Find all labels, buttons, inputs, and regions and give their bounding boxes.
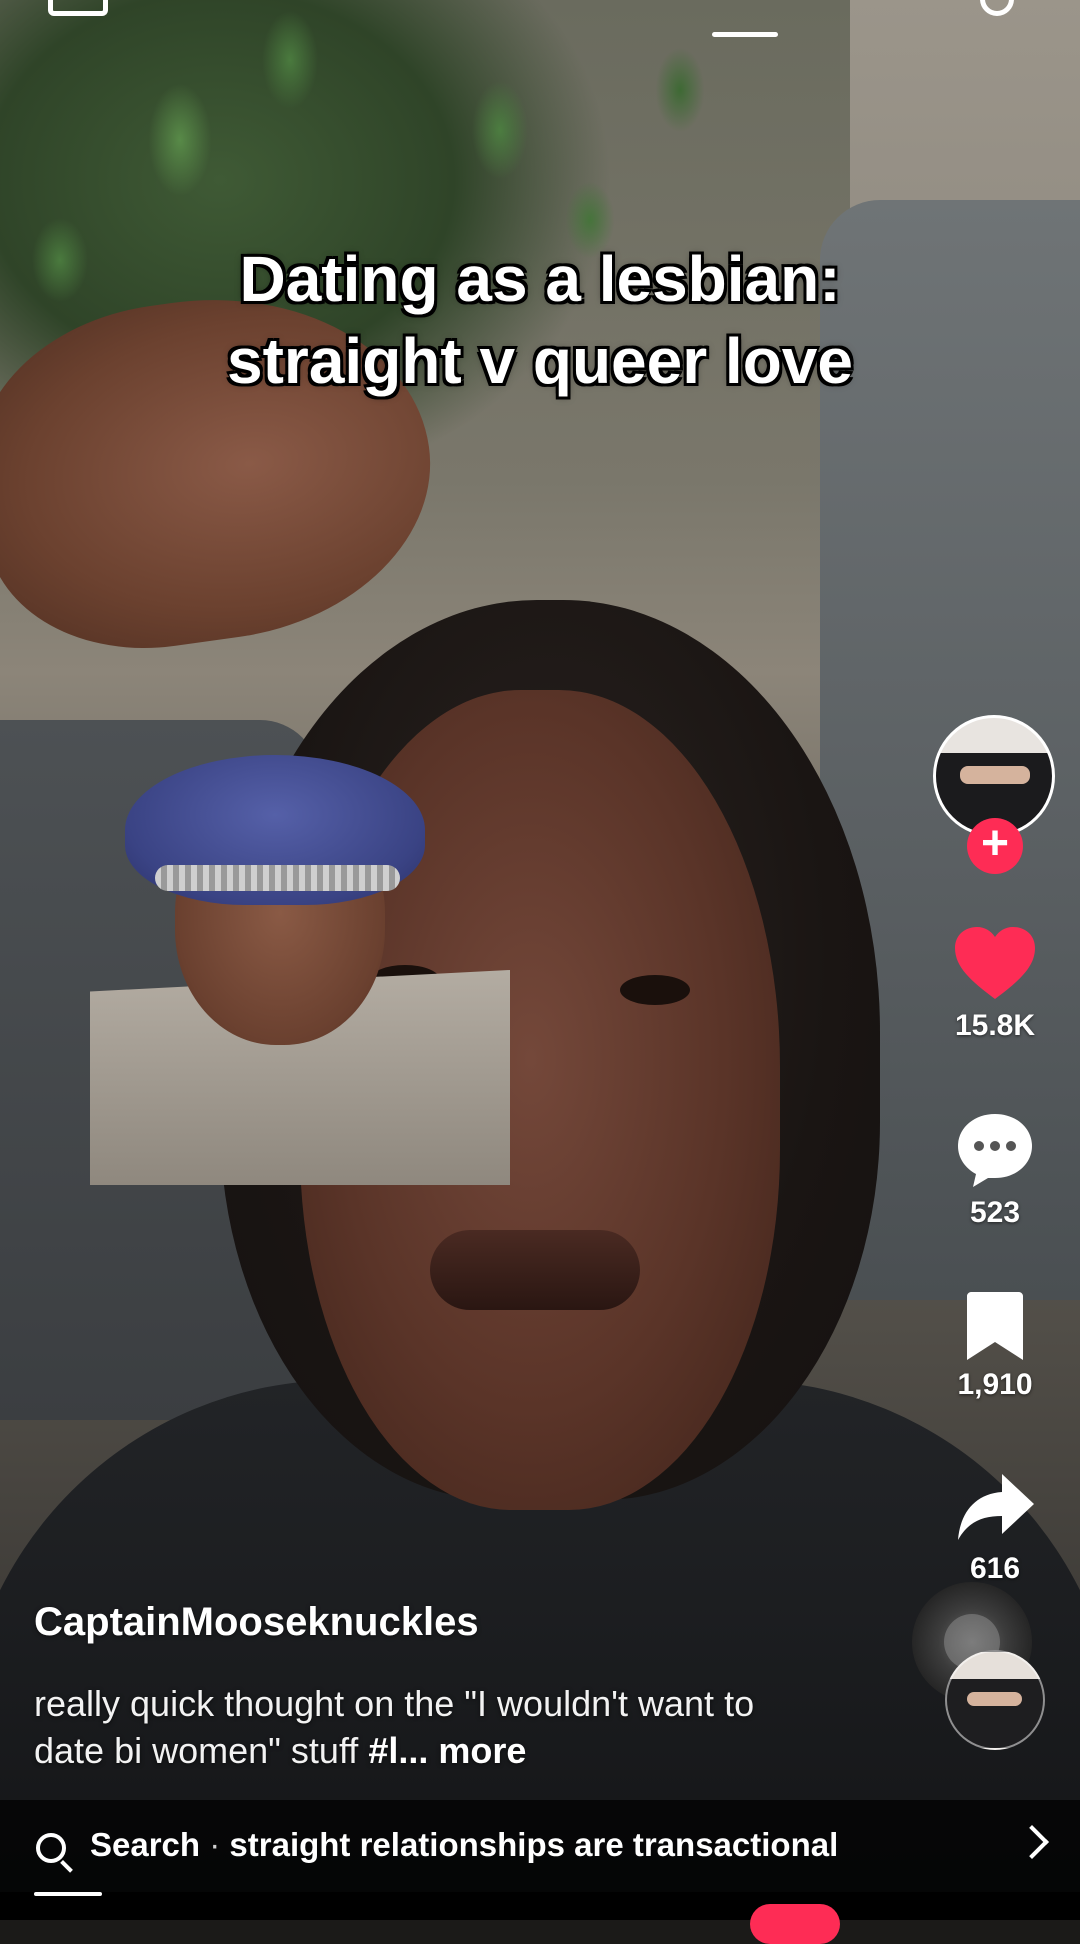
post-description[interactable]: really quick thought on the "I wouldn't … xyxy=(34,1680,834,1774)
hashtag[interactable]: #l xyxy=(368,1730,398,1771)
creator-username[interactable]: CaptainMooseknuckles xyxy=(34,1600,479,1645)
bottom-nav xyxy=(0,1892,1080,1920)
like-button[interactable]: 15.8K xyxy=(935,925,1055,1043)
save-count: 1,910 xyxy=(957,1368,1033,1401)
search-query: straight relationships are transactional xyxy=(229,1826,839,1863)
video-subject-eye-right xyxy=(620,975,690,1005)
follow-button[interactable]: + xyxy=(967,818,1023,874)
search-separator: · xyxy=(200,1826,230,1863)
comment-count: 523 xyxy=(969,1196,1021,1229)
share-icon xyxy=(958,1474,1034,1540)
share-button[interactable]: 616 xyxy=(935,1470,1055,1586)
comment-button[interactable]: 523 xyxy=(935,1110,1055,1230)
inset-person-bonnet-band xyxy=(155,865,400,891)
caption-line-2: straight v queer love xyxy=(227,325,853,397)
inbox-icon[interactable] xyxy=(48,0,108,16)
like-count: 15.8K xyxy=(954,1009,1036,1042)
search-suggestion-text[interactable]: Search · straight relationships are tran… xyxy=(90,1826,838,1864)
more-link[interactable]: more xyxy=(428,1730,526,1771)
video-caption: Dating as a lesbian: straight v queer lo… xyxy=(60,238,1020,402)
search-label: Search xyxy=(90,1826,201,1863)
search-icon xyxy=(36,1833,66,1863)
avatar-image xyxy=(960,766,1030,784)
description-ellipsis: ... xyxy=(398,1730,429,1771)
music-avatar-image xyxy=(967,1692,1022,1706)
top-bar xyxy=(0,0,1080,60)
inbox-badge xyxy=(750,1904,840,1944)
comment-icon xyxy=(958,1114,1032,1187)
video-subject-mouth xyxy=(430,1230,640,1310)
bookmark-icon xyxy=(967,1292,1023,1360)
share-count: 616 xyxy=(969,1552,1021,1585)
heart-icon xyxy=(955,927,1035,999)
search-icon[interactable] xyxy=(980,0,1014,16)
active-tab-indicator xyxy=(712,32,778,37)
greenscreen-inset-video xyxy=(90,755,510,1185)
caption-line-1: Dating as a lesbian: xyxy=(239,243,841,315)
music-avatar[interactable] xyxy=(945,1650,1045,1750)
save-button[interactable]: 1,910 xyxy=(935,1290,1055,1402)
video-progress-bar[interactable] xyxy=(34,1892,102,1896)
